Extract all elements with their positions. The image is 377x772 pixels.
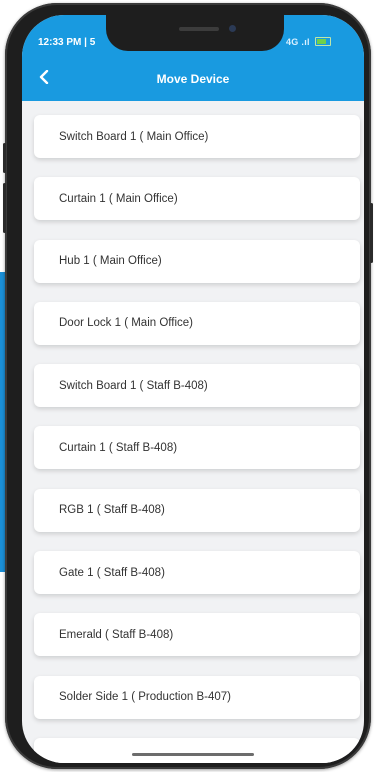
device-item[interactable]: Switch Board 1 ( Staff B-408) [34,364,360,408]
camera-notch [106,15,284,51]
device-item[interactable]: Curtain 1 ( Main Office) [34,177,360,221]
device-list: Switch Board 1 ( Main Office) Curtain 1 … [34,115,360,763]
device-label: Curtain 1 ( Main Office) [59,192,178,205]
phone-frame: 12:33 PM | 5 4G .ıl Move Device Switch B… [3,3,373,769]
power-button [370,203,373,263]
device-label: Solder Side 1 ( Production B-407) [59,691,231,704]
device-item[interactable]: Switch Board 1 ( Main Office) [34,115,360,158]
device-label: Emerald ( Staff B-408) [59,628,174,641]
status-time: 12:33 PM | 5 [38,37,96,48]
device-item[interactable]: Solder Side 1 ( Production B-407) [34,675,360,719]
device-label: Curtain 1 ( Staff B-408) [59,441,178,454]
battery-icon [314,37,331,46]
device-item[interactable]: Hub 1 ( Main Office) [34,239,360,283]
network-status: 4G .ıl [286,37,310,47]
device-item-partial[interactable] [34,737,360,763]
device-label: Hub 1 ( Main Office) [59,255,162,268]
page-title: Move Device [156,72,230,86]
device-label: Switch Board 1 ( Main Office) [59,130,209,143]
device-item[interactable]: Gate 1 ( Staff B-408) [34,551,360,595]
device-item[interactable]: Door Lock 1 ( Main Office) [34,301,360,345]
device-label: RGB 1 ( Staff B-408) [59,504,165,517]
device-label: Gate 1 ( Staff B-408) [59,566,165,579]
front-camera [229,25,236,32]
volume-up-button [3,143,6,173]
device-item[interactable]: RGB 1 ( Staff B-408) [34,488,360,532]
device-item[interactable]: Emerald ( Staff B-408) [34,613,360,657]
device-label: Switch Board 1 ( Staff B-408) [59,379,208,392]
speaker-grille [179,27,219,31]
device-item[interactable]: Curtain 1 ( Staff B-408) [34,426,360,470]
app-screen: 12:33 PM | 5 4G .ıl Move Device Switch B… [22,15,364,763]
volume-down-button [3,183,6,233]
device-label: Door Lock 1 ( Main Office) [59,317,194,330]
status-indicators: 4G .ıl [286,37,331,47]
home-indicator [132,753,254,756]
